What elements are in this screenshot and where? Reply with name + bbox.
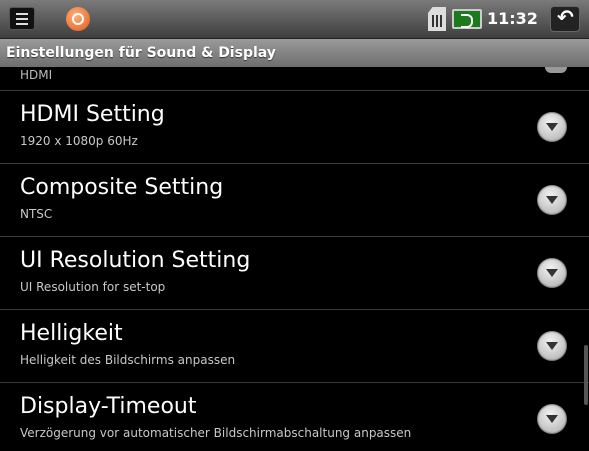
status-bar: 11:32 [0,0,589,39]
list-item-subtitle: NTSC [20,207,53,221]
sim-icon [428,7,446,31]
list-item-subtitle: 1920 x 1080p 60Hz [20,134,138,148]
list-item-ui-resolution-setting[interactable]: UI Resolution Setting UI Resolution for … [0,237,589,310]
list-item-title: Helligkeit [20,321,123,346]
list-item-title: UI Resolution Setting [20,248,251,273]
list-item-composite-setting[interactable]: Composite Setting NTSC [0,164,589,237]
settings-list[interactable]: HDMI HDMI Setting 1920 x 1080p 60Hz Comp… [0,67,589,451]
list-item-hdmi-partial[interactable]: HDMI [0,67,589,91]
list-item-subtitle: UI Resolution for set-top [20,280,166,294]
dropdown-icon [545,67,567,73]
page-title: Einstellungen für Sound & Display [0,39,589,67]
notification-icon[interactable] [9,7,35,30]
list-item-title: HDMI Setting [20,102,165,127]
battery-icon [452,9,482,29]
scrollbar[interactable] [584,345,588,405]
dropdown-icon[interactable] [537,404,567,434]
list-item-display-timeout[interactable]: Display-Timeout Verzögerung vor automati… [0,383,589,451]
clock: 11:32 [487,9,538,28]
list-item-subtitle: Verzögerung vor automatischer Bildschirm… [20,426,412,440]
dropdown-icon[interactable] [537,185,567,215]
app-icon[interactable] [66,7,90,31]
list-item-subtitle: HDMI [20,68,53,82]
back-icon[interactable] [550,5,580,32]
list-item-title: Display-Timeout [20,394,197,419]
list-item-helligkeit[interactable]: Helligkeit Helligkeit des Bildschirms an… [0,310,589,383]
dropdown-icon[interactable] [537,258,567,288]
list-item-hdmi-setting[interactable]: HDMI Setting 1920 x 1080p 60Hz [0,91,589,164]
dropdown-icon[interactable] [537,112,567,142]
list-item-subtitle: Helligkeit des Bildschirms anpassen [20,353,236,367]
list-item-title: Composite Setting [20,175,224,200]
dropdown-icon[interactable] [537,331,567,361]
